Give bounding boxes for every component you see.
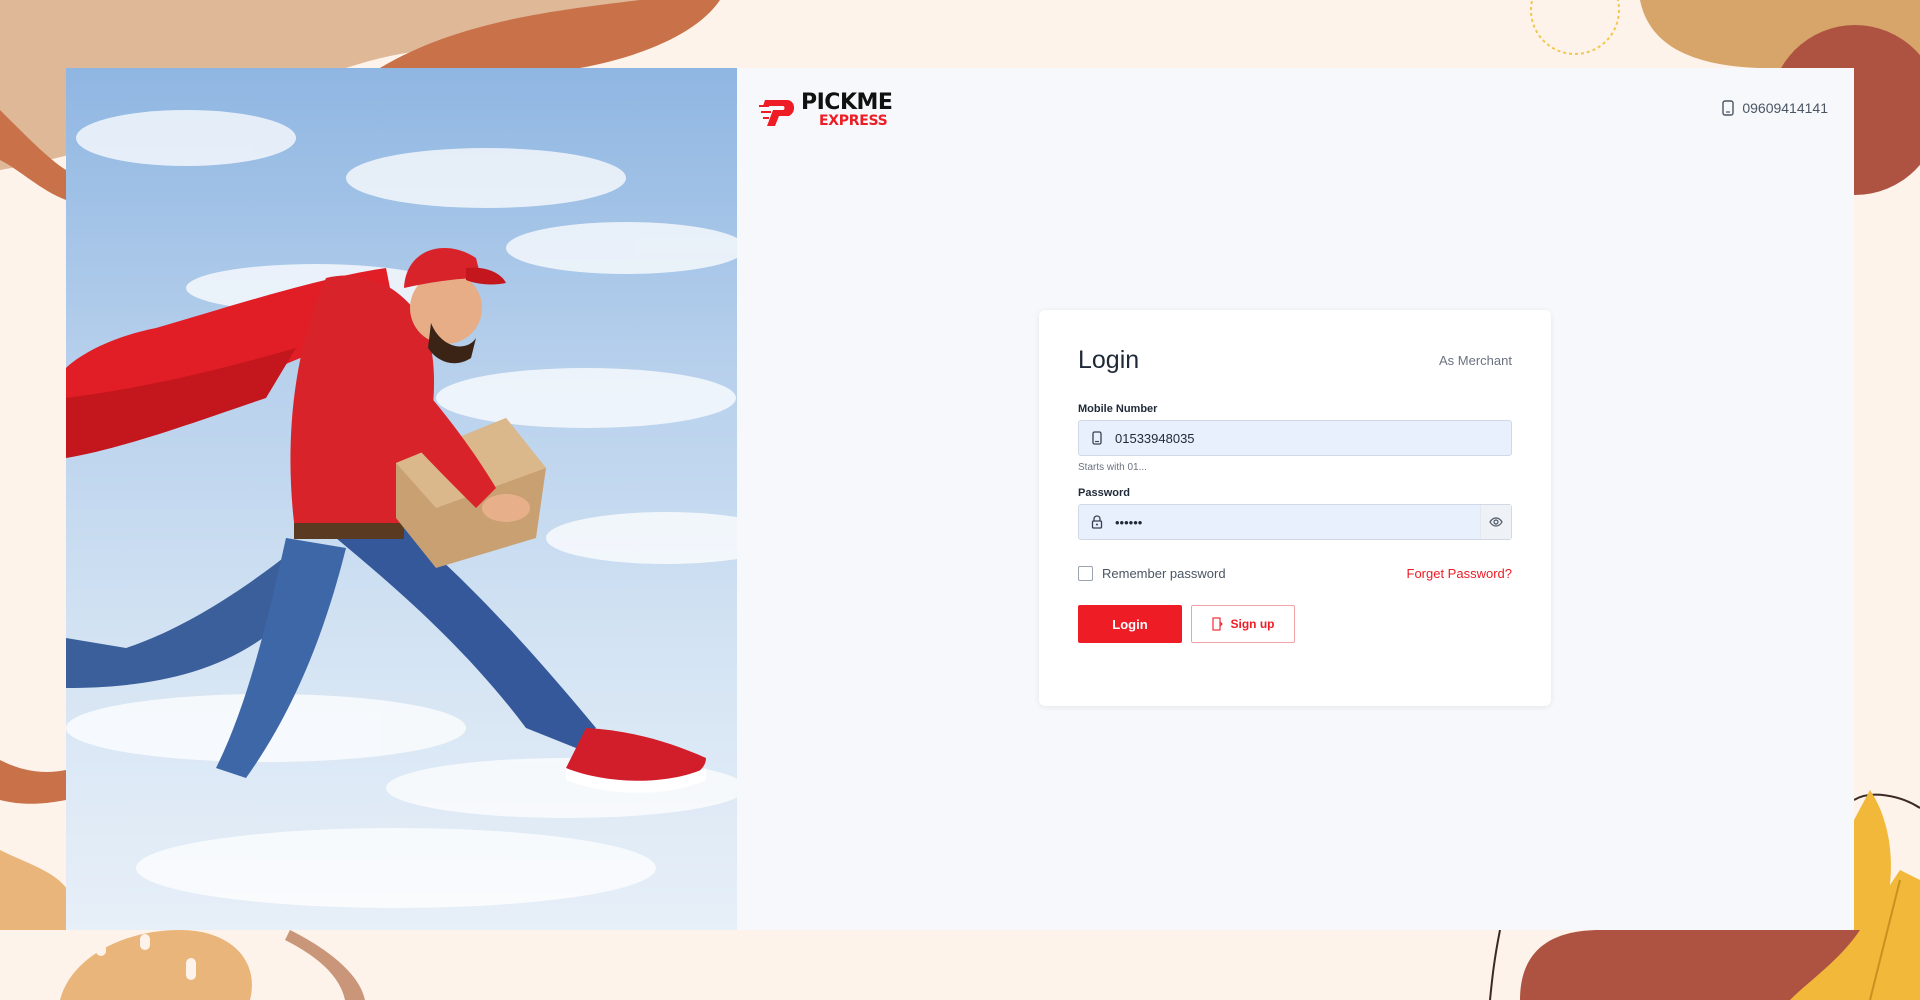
remember-password[interactable]: Remember password bbox=[1078, 566, 1226, 581]
lock-icon bbox=[1079, 504, 1115, 540]
delivery-man-illustration bbox=[66, 110, 737, 908]
login-button[interactable]: Login bbox=[1078, 605, 1182, 643]
mobile-phone-icon bbox=[1079, 420, 1115, 456]
mobile-number-label: Mobile Number bbox=[1078, 403, 1158, 415]
signup-button-label: Sign up bbox=[1230, 617, 1275, 631]
merchant-label: As Merchant bbox=[1439, 353, 1512, 368]
login-card: Login As Merchant Mobile Number Starts w… bbox=[1039, 310, 1551, 706]
brand-subtitle: EXPRESS bbox=[819, 113, 888, 129]
hero-image bbox=[66, 68, 737, 930]
mobile-number-field bbox=[1078, 420, 1512, 456]
eye-icon[interactable] bbox=[1480, 505, 1511, 539]
login-title: Login bbox=[1078, 346, 1140, 374]
remember-password-label: Remember password bbox=[1102, 566, 1226, 581]
signup-button[interactable]: Sign up bbox=[1191, 605, 1295, 643]
remember-password-checkbox[interactable] bbox=[1078, 566, 1093, 581]
brand-logo[interactable]: PICKME EXPRESS bbox=[759, 90, 899, 130]
password-input[interactable] bbox=[1115, 505, 1480, 539]
hotline-number: 09609414141 bbox=[1742, 100, 1828, 116]
mobile-number-input[interactable] bbox=[1115, 421, 1511, 455]
mobile-number-hint: Starts with 01... bbox=[1078, 462, 1147, 473]
door-exit-icon bbox=[1211, 617, 1223, 631]
brand-name: PICKME bbox=[801, 90, 893, 115]
password-label: Password bbox=[1078, 487, 1130, 499]
forget-password-link[interactable]: Forget Password? bbox=[1407, 566, 1513, 581]
login-frame: PICKME EXPRESS 09609414141 Login As Merc… bbox=[66, 68, 1854, 930]
mobile-phone-icon bbox=[1722, 100, 1735, 116]
pickme-logo-icon bbox=[759, 100, 795, 126]
password-field bbox=[1078, 504, 1512, 540]
hotline[interactable]: 09609414141 bbox=[1722, 100, 1828, 116]
login-panel: PICKME EXPRESS 09609414141 Login As Merc… bbox=[737, 68, 1854, 930]
